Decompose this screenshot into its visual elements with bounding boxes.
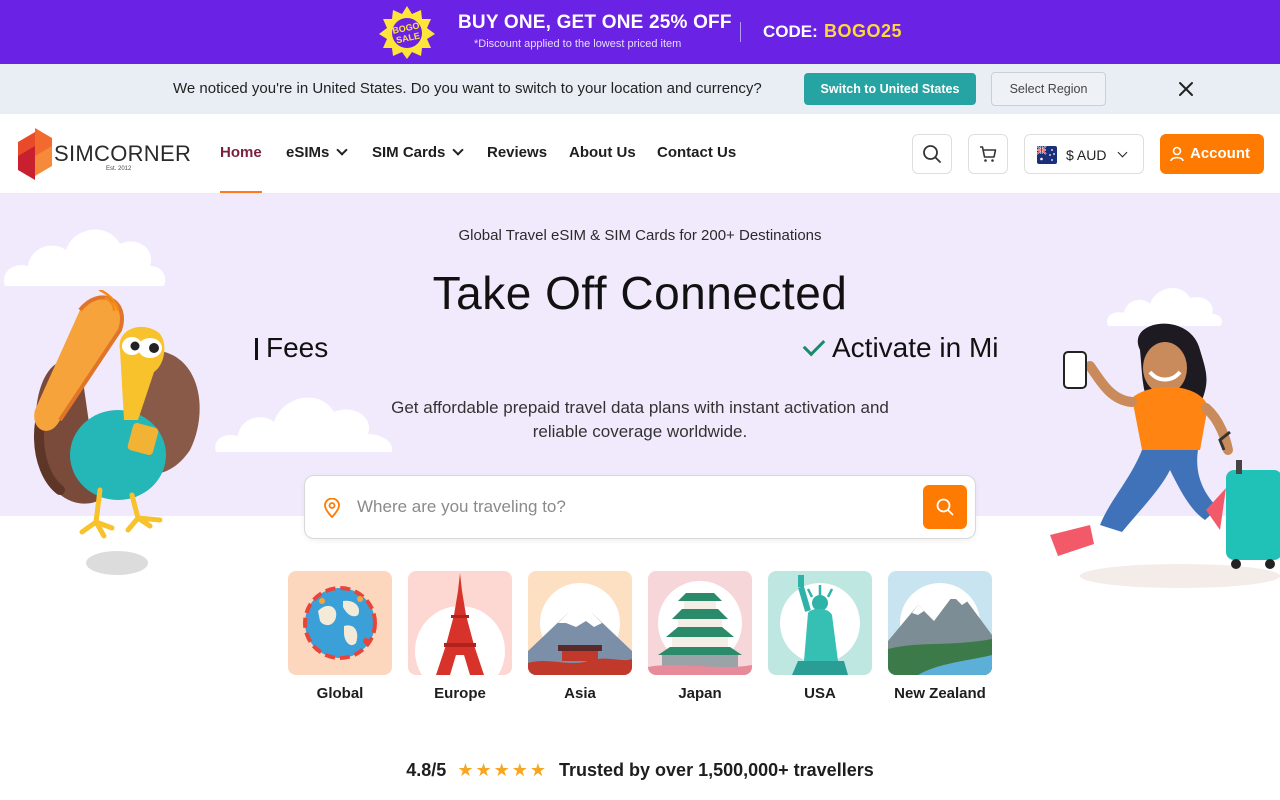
nav-esims[interactable]: eSIMs (286, 144, 349, 161)
hero-marquee-left: Fees (255, 332, 365, 372)
search-submit-button[interactable] (923, 485, 967, 529)
select-region-button[interactable]: Select Region (991, 72, 1106, 106)
destination-search-input[interactable] (357, 490, 907, 524)
destination-name: New Zealand (894, 685, 986, 702)
cloud-illustration (215, 397, 393, 452)
simcorner-logo[interactable]: SIMCORNER Est. 2012 (18, 128, 192, 182)
nav-reviews[interactable]: Reviews (487, 144, 547, 161)
logo-wordmark: SIMCORNER (54, 141, 192, 166)
destination-image (768, 571, 872, 675)
mountain-lake-icon (888, 583, 992, 675)
search-icon (923, 145, 941, 163)
destination-name: Europe (434, 685, 486, 702)
traveller-illustration (1050, 323, 1280, 588)
switch-location-button[interactable]: Switch to United States (804, 73, 976, 105)
destination-card-japan[interactable]: Japan (648, 571, 752, 702)
destination-card-asia[interactable]: Asia (528, 571, 632, 702)
cart-icon (980, 146, 997, 162)
nav-esims-label: eSIMs (286, 144, 330, 161)
marquee-left-text: Fees (266, 332, 329, 363)
destination-card-global[interactable]: Global (288, 571, 392, 702)
destination-card-usa[interactable]: USA (768, 571, 872, 702)
destination-image (288, 571, 392, 675)
rating-value: 4.8/5 (406, 760, 447, 780)
mount-fuji-icon (528, 583, 632, 675)
hero-tagline: Global Travel eSIM & SIM Cards for 200+ … (458, 227, 822, 244)
destination-name: Global (316, 685, 364, 702)
location-message: We noticed you're in United States. Do y… (173, 80, 762, 97)
destination-name: Asia (564, 685, 596, 702)
location-pin-icon (324, 498, 340, 518)
hero-title: Take Off Connected (432, 267, 848, 319)
trust-rating: 4.8/5 ★★★★★ Trusted by over 1,500,000+ t… (0, 760, 1280, 781)
nav-home[interactable]: Home (220, 144, 262, 161)
destination-name: Japan (678, 685, 722, 702)
promo-divider (740, 22, 741, 42)
logo-est: Est. 2012 (106, 166, 132, 172)
chevron-down-icon (452, 144, 465, 156)
logo-mark-icon (18, 128, 52, 180)
destination-image (888, 571, 992, 675)
marquee-right-text: Activate in Mi (832, 332, 999, 363)
nav-sim-cards[interactable]: SIM Cards (372, 144, 465, 161)
search-icon (936, 498, 954, 516)
destination-image (408, 571, 512, 675)
promo-banner[interactable]: BOGO SALE BUY ONE, GET ONE 25% OFF *Disc… (0, 0, 1280, 64)
turkey-mascot-illustration (34, 290, 200, 575)
location-notice-bar: We noticed you're in United States. Do y… (0, 64, 1280, 114)
star-rating-icon: ★★★★★ (457, 760, 549, 780)
australia-flag-icon (1037, 146, 1057, 164)
account-button[interactable]: Account (1160, 134, 1264, 174)
chevron-down-icon (1117, 147, 1128, 158)
site-header: SIMCORNER Est. 2012 Home eSIMs SIM Cards… (0, 114, 1280, 194)
marquee-fragment (255, 338, 258, 360)
destination-name: USA (804, 685, 836, 702)
nav-active-indicator (220, 191, 262, 193)
destination-image (648, 571, 752, 675)
hero-marquee-right: Activate in Mi (802, 332, 1025, 372)
destination-search-bar (304, 475, 976, 539)
header-search-button[interactable] (912, 134, 952, 174)
header-cart-button[interactable] (968, 134, 1008, 174)
currency-selector[interactable]: $ AUD (1024, 134, 1144, 174)
destination-card-new-zealand[interactable]: New Zealand (888, 571, 992, 702)
globe-icon (303, 586, 377, 660)
bogo-sale-badge: BOGO SALE (379, 6, 435, 59)
destination-image (528, 571, 632, 675)
promo-headline: BUY ONE, GET ONE 25% OFF (458, 12, 732, 33)
eiffel-tower-icon (415, 573, 505, 675)
japanese-castle-icon (648, 581, 752, 675)
close-icon[interactable] (1174, 77, 1198, 101)
nav-contact-us[interactable]: Contact Us (657, 144, 736, 161)
currency-label: $ AUD (1066, 147, 1107, 163)
check-icon (802, 333, 826, 357)
trust-text: Trusted by over 1,500,000+ travellers (559, 760, 874, 780)
hero-description: Get affordable prepaid travel data plans… (391, 398, 889, 441)
promo-code-label: CODE: (763, 22, 818, 41)
nav-about-us[interactable]: About Us (569, 144, 636, 161)
nav-sim-cards-label: SIM Cards (372, 144, 446, 161)
promo-subtext: *Discount applied to the lowest priced i… (474, 38, 682, 50)
statue-of-liberty-icon (780, 575, 860, 675)
chevron-down-icon (336, 144, 349, 156)
user-icon (1170, 146, 1184, 162)
promo-code: BOGO25 (824, 21, 903, 41)
account-label: Account (1190, 145, 1250, 162)
destination-card-europe[interactable]: Europe (408, 571, 512, 702)
